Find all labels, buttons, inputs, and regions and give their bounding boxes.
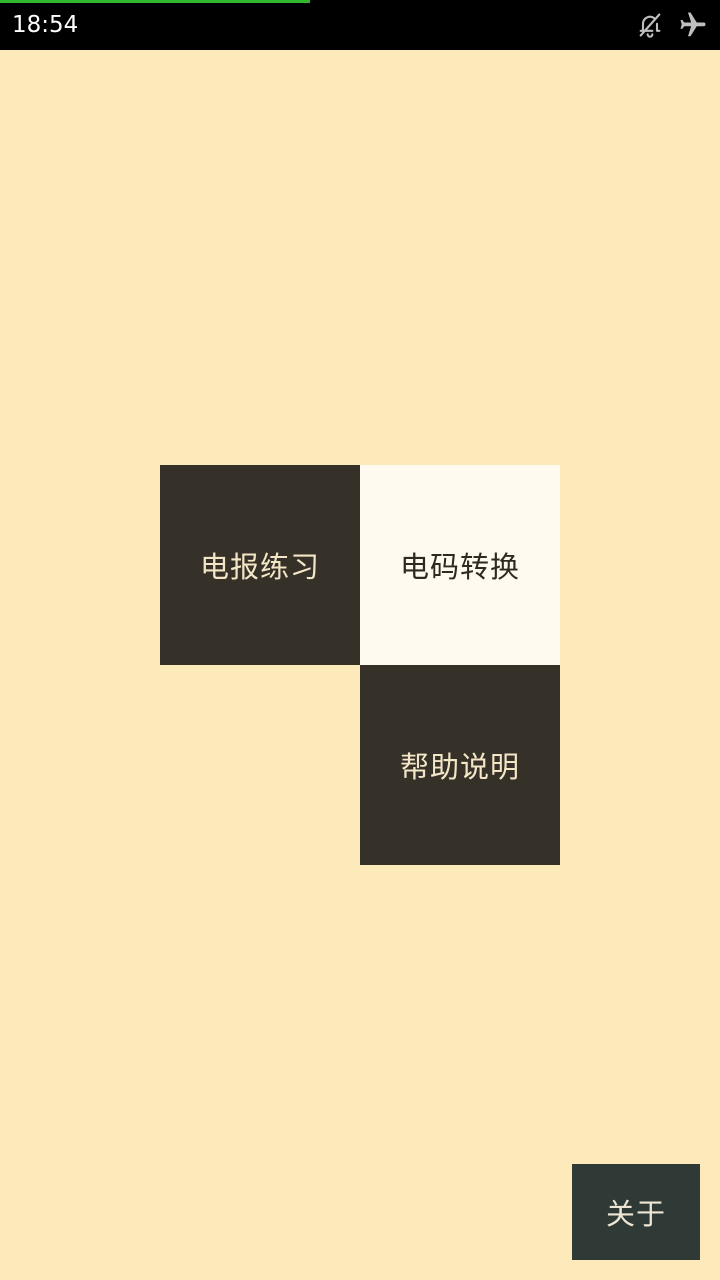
about-label: 关于	[605, 1197, 666, 1231]
status-bar: 18:54	[0, 0, 720, 50]
loading-progress-bar	[0, 0, 310, 3]
status-icons	[636, 10, 708, 40]
help-instructions-button[interactable]: 帮助说明	[360, 665, 560, 865]
bell-off-icon	[636, 11, 664, 39]
status-time: 18:54	[12, 12, 79, 38]
airplane-icon	[678, 10, 708, 40]
code-conversion-button[interactable]: 电码转换	[360, 465, 560, 665]
help-instructions-label: 帮助说明	[399, 750, 520, 784]
telegraph-practice-label: 电报练习	[199, 550, 320, 584]
about-button[interactable]: 关于	[572, 1164, 700, 1260]
telegraph-practice-button[interactable]: 电报练习	[160, 465, 360, 665]
code-conversion-label: 电码转换	[399, 550, 520, 584]
